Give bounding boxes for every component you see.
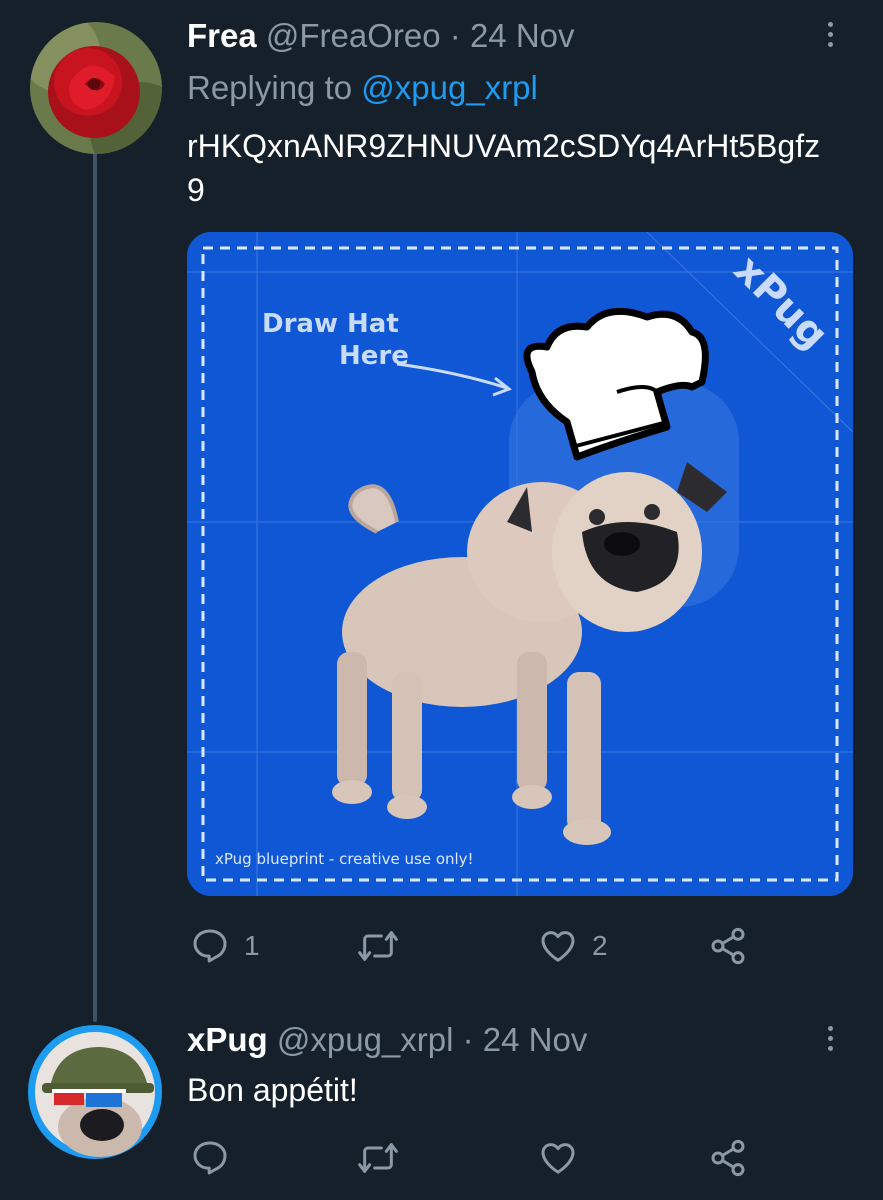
tweet1-more-icon[interactable] [824,22,836,47]
share-icon [711,1139,745,1177]
tweet2-header: xPug @xpug_xrpl · 24 Nov [187,1020,587,1060]
tweet2-actions [190,1138,850,1182]
retweet-icon [358,1143,398,1173]
media-footer: xPug blueprint - creative use only! [215,850,474,868]
tweet2-text: Bon appétit! [187,1072,358,1108]
tweet1-separator: · [449,17,461,54]
replying-prefix: Replying to [187,69,353,106]
tweet2-retweet-button[interactable] [356,1138,400,1178]
tweet2-reply-button[interactable] [190,1138,230,1178]
tweet2-date[interactable]: 24 Nov [483,1021,588,1058]
tweet2-author-handle[interactable]: @xpug_xrpl [277,1021,454,1058]
tweet2-separator: · [462,1021,474,1058]
tweet1-reply-count: 1 [244,930,260,961]
reply-icon [193,1141,227,1175]
like-icon [541,1143,575,1174]
tweet1-text: rHKQxnANR9ZHNUVAm2cSDYq4ArHt5Bgfz9 [187,128,821,208]
tweet1-actions: 1 2 [190,926,850,970]
tweet1-like-button[interactable]: 2 [538,926,608,966]
avatar-xpug[interactable] [28,1025,162,1159]
tweet1-like-count: 2 [592,930,608,961]
tweet1-date[interactable]: 24 Nov [470,17,575,54]
tweet1-media-image[interactable]: Draw Hat Here xPug xPug blueprint - crea… [187,232,853,896]
rose-avatar-image [30,22,162,154]
tweet2-more-icon[interactable] [824,1026,836,1051]
pug-helmet-avatar-image [35,1032,155,1157]
tweet1-author-name[interactable]: Frea [187,17,257,54]
media-label-line2: Here [339,341,409,371]
tweet2-share-button[interactable] [708,1138,748,1178]
tweet1-header: Frea @FreaOreo · 24 Nov [187,16,575,56]
media-label-line1: Draw Hat [262,309,399,339]
avatar-frea[interactable] [30,22,162,154]
reply-icon [193,929,227,963]
tweet1-reply-button[interactable]: 1 [190,926,260,966]
tweet1-replying-to: Replying to @xpug_xrpl [187,68,538,108]
retweet-icon [358,931,398,961]
tweet1-share-button[interactable] [708,926,748,966]
share-icon [711,927,745,965]
thread-connector-line [93,150,97,1022]
tweet1-retweet-button[interactable] [356,926,414,966]
tweet2-author-name[interactable]: xPug [187,1021,268,1058]
replying-to-link[interactable]: @xpug_xrpl [361,69,538,106]
xpug-blueprint-image: Draw Hat Here xPug xPug blueprint - crea… [187,232,853,896]
tweet2-like-button[interactable] [538,1138,578,1178]
like-icon [541,931,575,962]
tweet1-author-handle[interactable]: @FreaOreo [266,17,441,54]
